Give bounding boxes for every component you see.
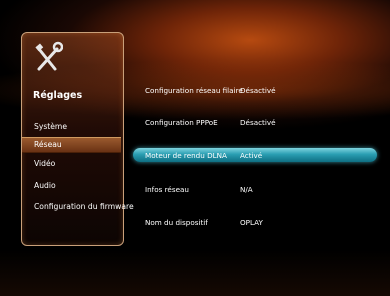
- setting-label: Infos réseau: [145, 185, 189, 194]
- setting-value: Désactivé: [240, 118, 276, 127]
- setting-label: Nom du dispositif: [145, 218, 208, 227]
- setting-value: OPLAY: [240, 218, 263, 227]
- wrench-screwdriver-icon: [35, 41, 63, 71]
- setting-label: Moteur de rendu DLNA: [145, 151, 227, 160]
- setting-value: Activé: [240, 151, 263, 160]
- setting-value: N/A: [240, 185, 253, 194]
- sidebar-item-video[interactable]: Vidéo: [34, 159, 55, 168]
- setting-label: Configuration PPPoE: [145, 118, 218, 127]
- sidebar-item-reseau[interactable]: Réseau: [34, 140, 62, 149]
- sidebar-item-firmware[interactable]: Configuration du firmware: [34, 202, 134, 211]
- settings-screen: Réglages Système Réseau Vidéo Audio Conf…: [0, 0, 390, 296]
- setting-label: Configuration réseau filaire: [145, 86, 243, 95]
- sidebar-title: Réglages: [33, 90, 83, 101]
- sidebar-item-audio[interactable]: Audio: [34, 181, 56, 190]
- sidebar-item-systeme[interactable]: Système: [34, 122, 67, 131]
- setting-value: Désactivé: [240, 86, 276, 95]
- background-bottom-glow: [0, 250, 390, 296]
